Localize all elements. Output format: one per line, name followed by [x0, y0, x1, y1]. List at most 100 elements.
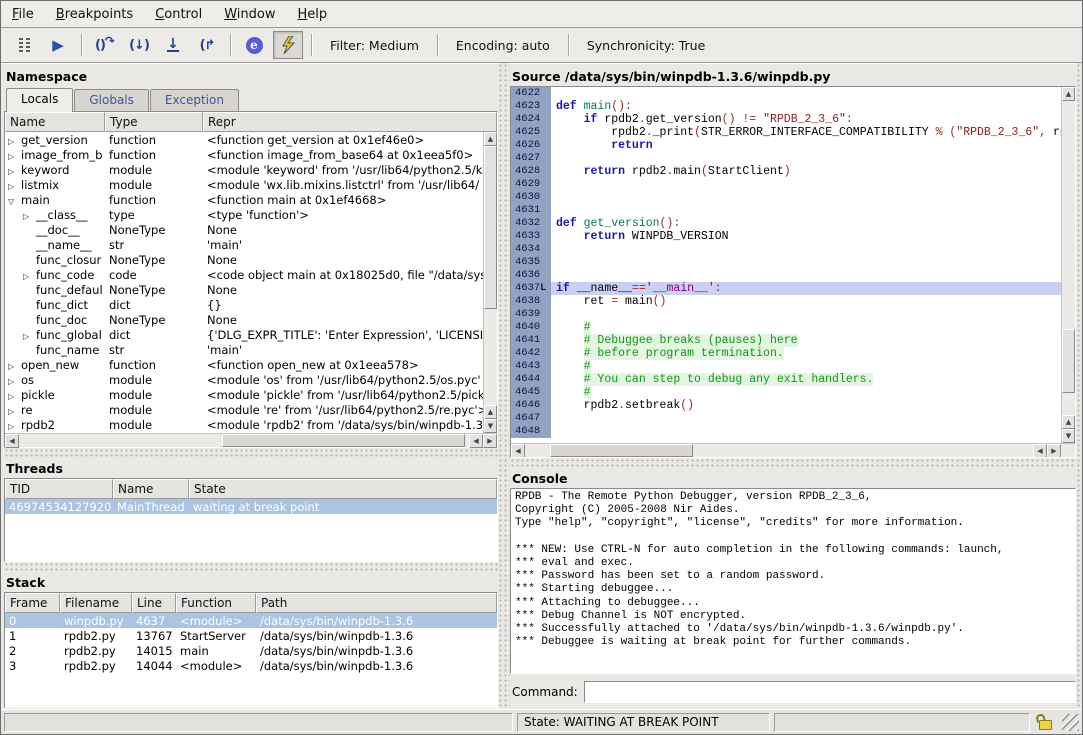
go-button[interactable]: ▶ — [43, 31, 73, 59]
tree-expand-icon[interactable]: ▷ — [8, 392, 21, 401]
namespace-row[interactable]: ▷func_globaldict{'DLG_EXPR_TITLE': 'Ente… — [5, 327, 483, 342]
source-line[interactable]: 4630 — [511, 191, 1061, 204]
tree-expand-icon[interactable]: ▷ — [8, 407, 21, 416]
tree-expand-icon[interactable]: ▷ — [8, 167, 21, 176]
scroll-left-arrow[interactable]: ◀ — [1033, 444, 1047, 458]
scrollbar-thumb[interactable] — [1062, 329, 1075, 393]
tree-expand-icon[interactable]: ▷ — [23, 332, 36, 341]
namespace-row[interactable]: func_dictdict{} — [5, 297, 483, 312]
source-line[interactable]: 4631 — [511, 204, 1061, 217]
stack-frame-row[interactable]: 0winpdb.py4637<module>/data/sys/bin/winp… — [5, 613, 497, 628]
source-line[interactable]: 4640 # — [511, 321, 1061, 334]
namespace-horizontal-scrollbar[interactable]: ◀ ◀ ▶ — [5, 433, 497, 447]
scroll-left-arrow[interactable]: ◀ — [469, 434, 483, 448]
scrollbar-thumb[interactable] — [550, 444, 692, 457]
scroll-up-arrow[interactable]: ▲ — [484, 132, 497, 146]
filter-indicator[interactable]: Filter: Medium — [318, 38, 431, 53]
analyze-exception-button[interactable]: e — [239, 31, 269, 59]
column-header-repr[interactable]: Repr — [203, 112, 497, 132]
command-input[interactable] — [584, 681, 1076, 703]
scroll-left-arrow[interactable]: ◀ — [511, 444, 525, 458]
namespace-row[interactable]: ▷__class__type<type 'function'> — [5, 207, 483, 222]
break-button[interactable] — [9, 31, 39, 59]
right-edge-sash[interactable] — [1076, 63, 1082, 709]
column-header-filename[interactable]: Filename — [60, 593, 132, 613]
source-line[interactable]: 4623def main(): — [511, 100, 1061, 113]
tree-expand-icon[interactable]: ▷ — [8, 377, 21, 386]
column-header-type[interactable]: Type — [105, 112, 203, 132]
menu-file[interactable]: File — [1, 1, 45, 27]
source-line[interactable]: 4645 # — [511, 386, 1061, 399]
column-header-path[interactable]: Path — [256, 593, 497, 613]
source-line[interactable]: 4622 — [511, 87, 1061, 100]
source-line[interactable]: 4648 — [511, 425, 1061, 438]
source-line[interactable]: 4639 — [511, 308, 1061, 321]
namespace-row[interactable]: ▷listmixmodule<module 'wx.lib.mixins.lis… — [5, 177, 483, 192]
scroll-right-arrow[interactable]: ▶ — [1047, 444, 1061, 458]
source-line[interactable]: 4626 return — [511, 139, 1061, 152]
source-line[interactable]: 4643 # — [511, 360, 1061, 373]
source-line[interactable]: 4633 return WINPDB_VERSION — [511, 230, 1061, 243]
tree-expand-icon[interactable]: ▷ — [23, 212, 36, 221]
menu-control[interactable]: Control — [144, 1, 213, 27]
source-horizontal-scrollbar[interactable]: ◀ ◀ ▶ — [511, 443, 1075, 457]
namespace-row[interactable]: ▷rpdb2module<module 'rpdb2' from '/data/… — [5, 417, 483, 432]
tree-expand-icon[interactable]: ▷ — [8, 422, 21, 431]
namespace-row[interactable]: __doc__NoneTypeNone — [5, 222, 483, 237]
namespace-row[interactable]: ▷keywordmodule<module 'keyword' from '/u… — [5, 162, 483, 177]
thread-row[interactable]: 46974534127920MainThreadwaiting at break… — [5, 499, 497, 514]
scroll-down-arrow[interactable]: ▼ — [1062, 429, 1075, 443]
tab-globals[interactable]: Globals — [74, 89, 149, 111]
step-over-button[interactable]: ()↷ — [90, 31, 120, 59]
source-line[interactable]: 4636 — [511, 269, 1061, 282]
resize-grip[interactable] — [1062, 714, 1079, 731]
step-out-button[interactable]: (↱ — [192, 31, 222, 59]
scroll-up-arrow[interactable]: ▲ — [484, 405, 497, 419]
source-line[interactable]: 4635 — [511, 256, 1061, 269]
menu-breakpoints[interactable]: Breakpoints — [45, 1, 144, 27]
column-header-name[interactable]: Name — [5, 112, 105, 132]
tree-expand-icon[interactable]: ▷ — [8, 152, 21, 161]
source-line[interactable]: 4641 # Debuggee breaks (pauses) here — [511, 334, 1061, 347]
namespace-row[interactable]: ▷get_versionfunction<function get_versio… — [5, 132, 483, 147]
tree-expand-icon[interactable]: ▷ — [8, 137, 21, 146]
column-header-name[interactable]: Name — [113, 479, 189, 499]
column-header-line[interactable]: Line — [132, 593, 176, 613]
source-line[interactable]: 4624 if rpdb2.get_version() != "RPDB_2_3… — [511, 113, 1061, 126]
namespace-row[interactable]: ▷picklemodule<module 'pickle' from '/usr… — [5, 387, 483, 402]
source-line[interactable]: 4627 — [511, 152, 1061, 165]
namespace-row[interactable]: func_closurNoneTypeNone — [5, 252, 483, 267]
source-line[interactable]: 4638 ret = main() — [511, 295, 1061, 308]
source-vertical-scrollbar[interactable]: ▲ ▲ ▼ — [1061, 87, 1075, 443]
namespace-row[interactable]: ▷osmodule<module 'os' from '/usr/lib64/p… — [5, 372, 483, 387]
column-header-tid[interactable]: TID — [5, 479, 113, 499]
namespace-row[interactable]: ▷image_from_bfunction<function image_fro… — [5, 147, 483, 162]
scroll-right-arrow[interactable]: ▶ — [483, 434, 497, 448]
scrollbar-thumb[interactable] — [222, 434, 465, 447]
source-line[interactable]: 4646 rpdb2.setbreak() — [511, 399, 1061, 412]
horizontal-splitter[interactable] — [4, 562, 498, 572]
namespace-row[interactable]: func_docNoneTypeNone — [5, 312, 483, 327]
tree-expand-icon[interactable]: ▷ — [23, 272, 36, 281]
horizontal-splitter[interactable] — [510, 458, 1076, 468]
namespace-row[interactable]: ▷remodule<module 're' from '/usr/lib64/p… — [5, 402, 483, 417]
encoding-indicator[interactable]: Encoding: auto — [444, 38, 562, 53]
tree-collapse-icon[interactable]: ▽ — [8, 197, 21, 206]
menu-window[interactable]: Window — [213, 1, 286, 27]
synchronicity-toggle-button[interactable] — [273, 31, 303, 59]
source-line[interactable]: 4628 return rpdb2.main(StartClient) — [511, 165, 1061, 178]
namespace-row[interactable]: ▷func_codecode<code object main at 0x180… — [5, 267, 483, 282]
menu-help[interactable]: Help — [286, 1, 338, 27]
horizontal-splitter[interactable] — [4, 448, 498, 458]
stack-frame-row[interactable]: 3rpdb2.py14044<module>/data/sys/bin/winp… — [5, 658, 497, 673]
step-into-button[interactable]: (↓) — [124, 31, 154, 59]
namespace-vertical-scrollbar[interactable]: ▲ ▲ ▼ — [483, 132, 497, 433]
source-line[interactable]: 4647 — [511, 412, 1061, 425]
synchronicity-indicator[interactable]: Synchronicity: True — [575, 38, 717, 53]
scroll-left-arrow[interactable]: ◀ — [5, 434, 19, 448]
tab-exception[interactable]: Exception — [150, 89, 239, 111]
vertical-splitter[interactable] — [498, 63, 510, 709]
namespace-row[interactable]: ▽mainfunction<function main at 0x1ef4668… — [5, 192, 483, 207]
scrollbar-thumb[interactable] — [484, 146, 497, 309]
stack-frame-row[interactable]: 2rpdb2.py14015main/data/sys/bin/winpdb-1… — [5, 643, 497, 658]
